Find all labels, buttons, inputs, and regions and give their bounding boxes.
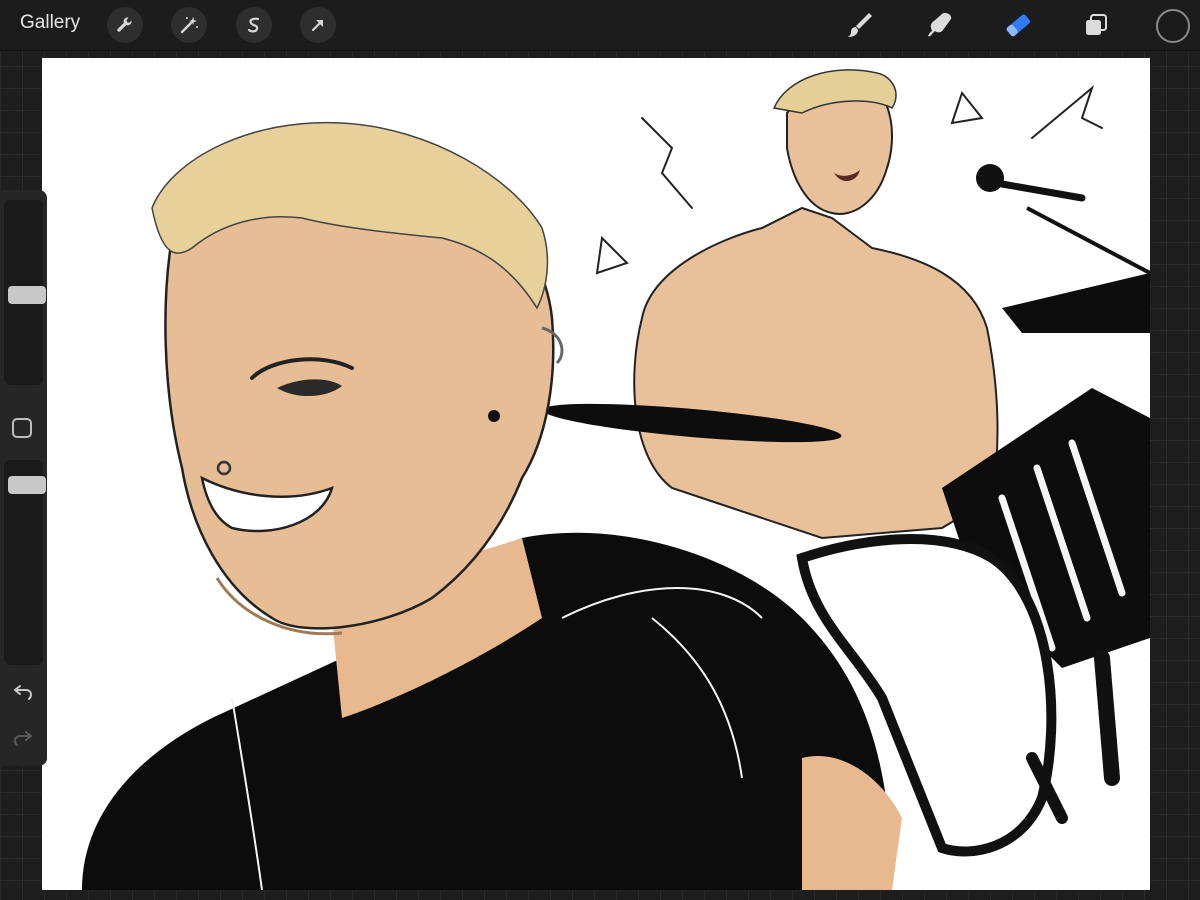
brush-size-slider[interactable] <box>4 200 46 385</box>
gallery-button[interactable]: Gallery <box>20 12 80 34</box>
selection-icon[interactable] <box>236 7 272 43</box>
undo-icon[interactable] <box>10 678 36 704</box>
wrench-icon[interactable] <box>107 7 143 43</box>
color-swatch[interactable] <box>1156 9 1190 43</box>
layers-icon[interactable] <box>1078 7 1114 43</box>
redo-icon[interactable] <box>10 724 36 750</box>
top-toolbar: Gallery <box>0 0 1200 51</box>
artwork-illustration <box>82 69 1150 890</box>
drawing-canvas[interactable] <box>42 58 1150 890</box>
left-sidebar <box>0 190 47 766</box>
opacity-thumb[interactable] <box>8 476 46 494</box>
opacity-slider[interactable] <box>4 460 46 665</box>
brush-size-thumb[interactable] <box>8 286 46 304</box>
eraser-icon[interactable] <box>1000 7 1036 43</box>
modify-button[interactable] <box>12 418 32 438</box>
magic-wand-icon[interactable] <box>171 7 207 43</box>
smudge-icon[interactable] <box>922 7 958 43</box>
brush-icon[interactable] <box>842 7 878 43</box>
transform-arrow-icon[interactable] <box>300 7 336 43</box>
